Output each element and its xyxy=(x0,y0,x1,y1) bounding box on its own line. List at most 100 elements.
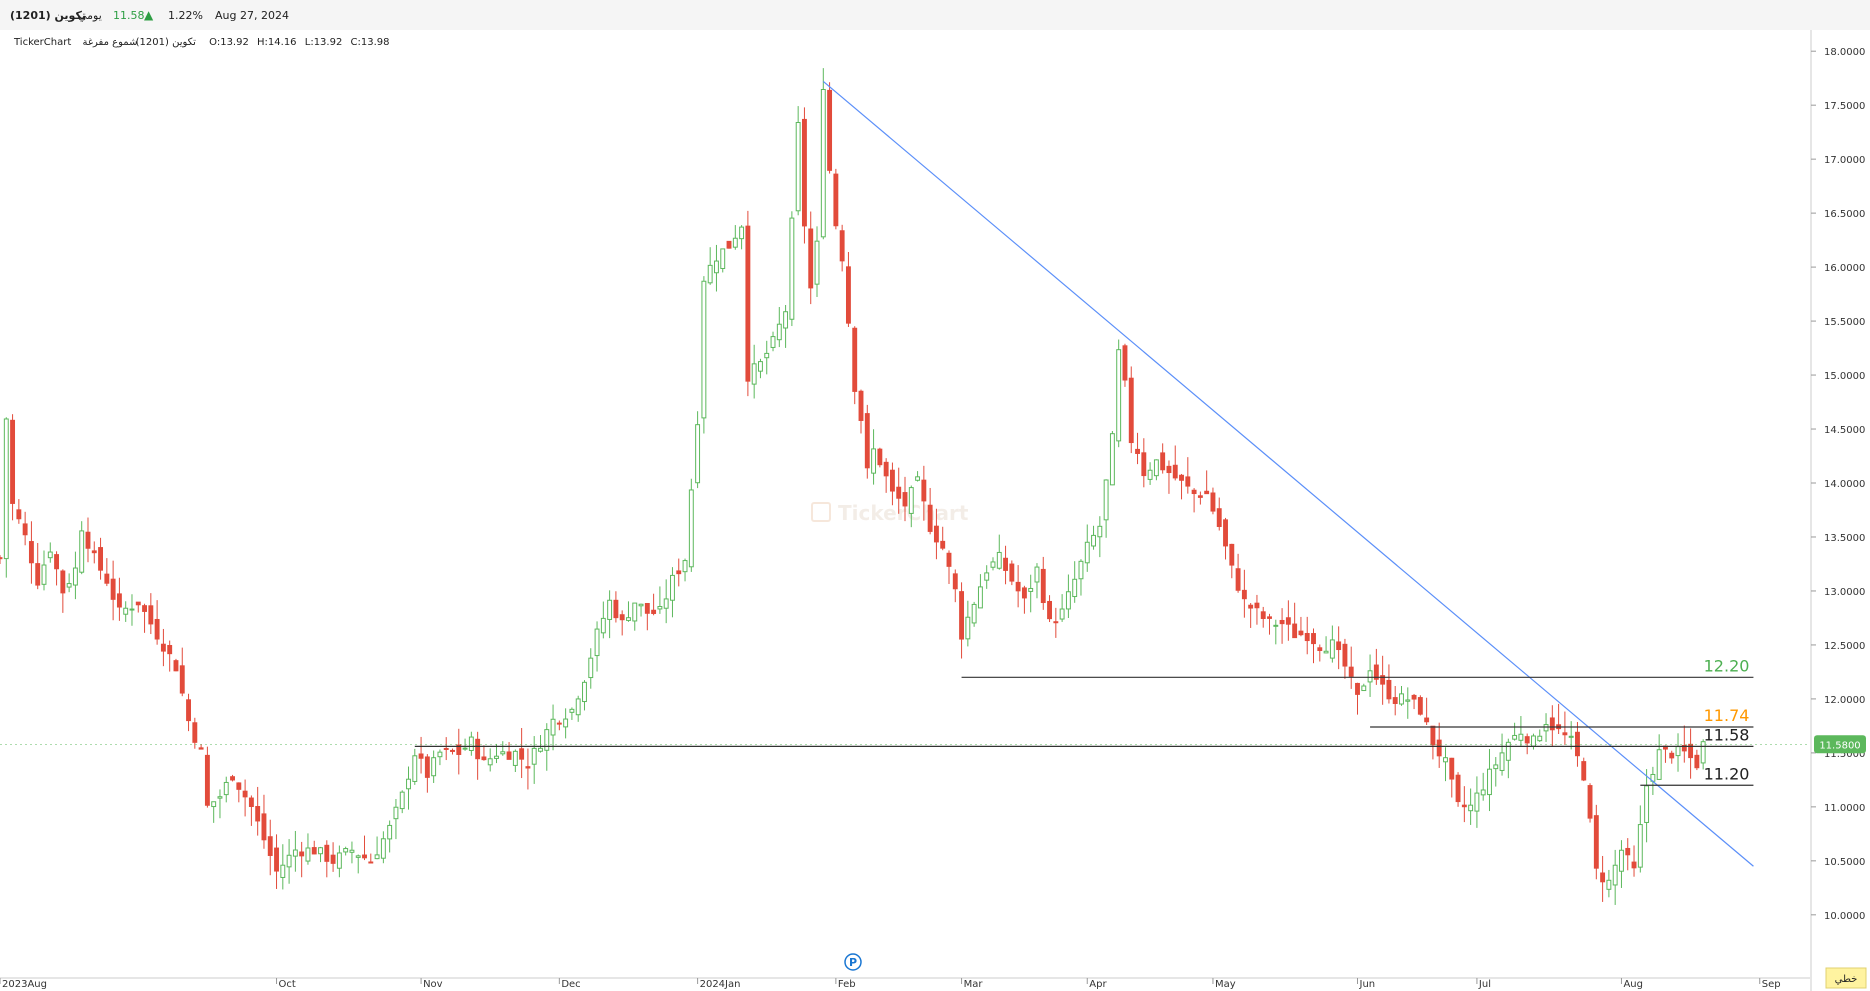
time-tick-label: Jul xyxy=(1478,979,1491,990)
candle-body xyxy=(1669,752,1675,759)
candle-body xyxy=(450,749,455,752)
candle-body xyxy=(343,848,349,853)
candle-body xyxy=(1135,448,1140,454)
candle-body xyxy=(1386,679,1392,700)
candle-body xyxy=(940,540,946,549)
candle-body xyxy=(1028,587,1034,592)
candle-body xyxy=(468,736,474,751)
candle-body xyxy=(1474,792,1480,812)
candle-body xyxy=(487,758,493,766)
candle-body xyxy=(1600,872,1606,883)
candle-body xyxy=(1084,541,1090,564)
candle-body xyxy=(1436,739,1442,757)
candle-body xyxy=(211,801,217,808)
candle-body xyxy=(500,751,506,755)
candle-body xyxy=(1675,746,1681,757)
candle-body xyxy=(267,836,273,856)
candle-body xyxy=(758,361,763,372)
candle-body xyxy=(1518,733,1524,741)
candle-body xyxy=(764,352,770,359)
candle-body xyxy=(1461,804,1467,808)
candle-body xyxy=(91,550,97,554)
candle-body xyxy=(160,643,166,652)
candle-body xyxy=(22,523,28,536)
candle-body xyxy=(1323,650,1329,654)
candle-body xyxy=(462,747,468,750)
candle-body xyxy=(908,487,914,514)
chart-mode-button[interactable]: خطي xyxy=(1825,967,1867,989)
candle-body xyxy=(569,708,575,713)
level-label: 12.20 xyxy=(1704,656,1750,675)
candle-body xyxy=(223,781,229,796)
candle-body xyxy=(770,336,776,348)
candle-body xyxy=(1223,519,1228,547)
candle-body xyxy=(217,796,223,799)
legend-text: TickerChart تكوين (1201) شموع مفرغة O:13… xyxy=(13,37,390,48)
current-price-badge-label: 11.5800 xyxy=(1819,740,1860,751)
price-chart[interactable]: TickerChart تكوين (1201) شموع مفرغة O:13… xyxy=(0,0,1870,991)
candle-body xyxy=(1103,479,1109,521)
candle-body xyxy=(148,605,154,625)
candle-body xyxy=(1606,879,1612,890)
candle-body xyxy=(531,747,537,765)
candle-body xyxy=(35,563,41,586)
candle-body xyxy=(808,228,814,289)
price-tick-label: 17.0000 xyxy=(1824,155,1865,166)
candle-body xyxy=(494,755,499,759)
candle-body xyxy=(1047,600,1052,620)
candle-body xyxy=(129,608,135,611)
candle-body xyxy=(1493,764,1499,770)
candle-body xyxy=(368,861,374,864)
event-marker[interactable]: P xyxy=(844,953,862,971)
candle-body xyxy=(1160,452,1166,471)
time-tick-label: 2024Jan xyxy=(700,979,741,990)
candle-body xyxy=(173,660,179,672)
time-tick-label: Dec xyxy=(561,979,580,990)
candle-body xyxy=(330,854,336,864)
candle-body xyxy=(1392,697,1398,704)
candle-body xyxy=(1122,345,1128,381)
legend-high: H:14.16 xyxy=(257,37,297,48)
price-tick-label: 14.0000 xyxy=(1824,479,1865,490)
candle-body xyxy=(336,852,342,869)
candle-body xyxy=(582,681,587,703)
time-tick-label: Aug xyxy=(1623,979,1643,990)
candle-body xyxy=(1285,617,1291,625)
candle-body xyxy=(588,657,594,679)
candle-body xyxy=(1342,643,1348,667)
candle-body xyxy=(406,778,411,790)
candle-body xyxy=(657,606,663,610)
candle-body xyxy=(1568,735,1574,738)
candle-body xyxy=(519,748,525,760)
candle-body xyxy=(644,602,650,614)
candle-body xyxy=(1631,861,1637,869)
candle-body xyxy=(1053,621,1059,624)
candle-body xyxy=(1040,568,1046,604)
candle-body xyxy=(10,419,16,504)
candle-body xyxy=(1267,616,1272,619)
candle-body xyxy=(255,806,261,822)
candle-body xyxy=(318,847,323,855)
candle-body xyxy=(607,599,613,620)
candle-body xyxy=(1091,534,1096,547)
time-tick-label: Sep xyxy=(1762,979,1781,990)
candle-body xyxy=(1417,697,1423,715)
candle-body xyxy=(670,574,675,601)
candle-body xyxy=(1619,849,1624,872)
candle-body xyxy=(921,479,927,502)
candle-body xyxy=(1191,489,1197,495)
candle-body xyxy=(443,747,449,750)
candle-body xyxy=(154,618,160,640)
price-tick-label: 13.5000 xyxy=(1824,533,1865,544)
candle-body xyxy=(651,609,657,614)
candle-body xyxy=(814,240,820,285)
candle-body xyxy=(79,530,85,573)
candle-body xyxy=(1411,694,1417,700)
candle-body xyxy=(374,854,380,860)
candle-body xyxy=(286,854,292,868)
candle-body xyxy=(858,390,864,421)
price-tick-label: 10.0000 xyxy=(1824,911,1865,922)
candle-body xyxy=(902,492,908,507)
time-tick-label: Nov xyxy=(423,979,443,990)
candle-body xyxy=(1549,717,1555,731)
